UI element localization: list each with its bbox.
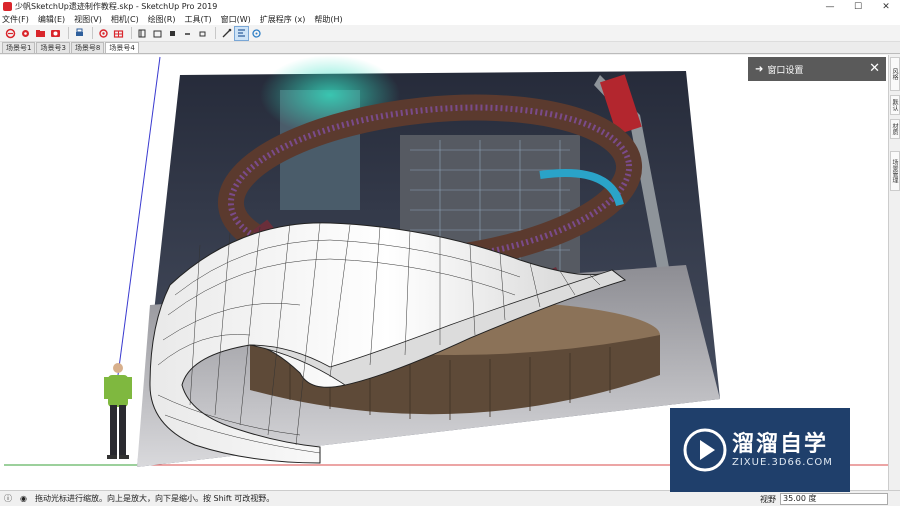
- front-view-icon[interactable]: [136, 27, 149, 40]
- axes-icon[interactable]: [220, 27, 233, 40]
- info-icon[interactable]: ⓘ: [4, 493, 12, 504]
- arrow-right-icon[interactable]: ➜: [755, 64, 763, 75]
- menu-bar: 文件(F) 编辑(E) 视图(V) 相机(C) 绘图(R) 工具(T) 窗口(W…: [0, 13, 900, 25]
- scene-tab-4[interactable]: 场景号4: [105, 42, 139, 53]
- top-view-icon[interactable]: [166, 27, 179, 40]
- tray-side-tabs: 风格 默认 材质 场景管理: [888, 55, 900, 490]
- position-camera-icon[interactable]: [234, 25, 249, 41]
- watermark-subtitle: ZIXUE.3D66.COM: [732, 457, 833, 468]
- right-view-icon[interactable]: [196, 27, 209, 40]
- side-tab-default[interactable]: 默认: [890, 95, 900, 115]
- sketchup-logo-icon: [3, 2, 12, 11]
- measurements-label: 视野: [760, 495, 776, 504]
- scene-tab-8[interactable]: 场景号8: [70, 42, 105, 53]
- toolbar-separator: [92, 27, 93, 39]
- window-controls: — ☐ ✕: [816, 0, 900, 13]
- site-watermark: 溜溜自学 ZIXUE.3D66.COM: [670, 408, 850, 492]
- status-bar: ⓘ ◉ 拖动光标进行缩放。向上是放大，向下是缩小。按 Shift 可改视野。 视…: [0, 490, 900, 506]
- user-icon[interactable]: ◉: [20, 494, 27, 503]
- menu-camera[interactable]: 相机(C): [111, 14, 139, 25]
- side-tab-styles[interactable]: 风格: [890, 57, 900, 91]
- menu-extensions[interactable]: 扩展程序 (x): [260, 14, 306, 25]
- camera-icon[interactable]: [49, 27, 62, 40]
- warehouse-icon[interactable]: [112, 27, 125, 40]
- side-tab-scenes[interactable]: 场景管理: [890, 151, 900, 191]
- close-window-button[interactable]: ✕: [872, 0, 900, 13]
- main-toolbar: [0, 25, 900, 42]
- menu-view[interactable]: 视图(V): [74, 14, 102, 25]
- menu-window[interactable]: 窗口(W): [221, 14, 251, 25]
- status-hint: 拖动光标进行缩放。向上是放大，向下是缩小。按 Shift 可改视野。: [34, 494, 275, 503]
- walk-icon[interactable]: [250, 27, 263, 40]
- gear-icon[interactable]: [19, 27, 32, 40]
- scene-tab-1[interactable]: 场景号1: [2, 42, 36, 53]
- folder-icon[interactable]: [34, 27, 47, 40]
- minimize-button[interactable]: —: [816, 0, 844, 13]
- component-icon[interactable]: [97, 27, 110, 40]
- toolbar-separator: [131, 27, 132, 39]
- scene-tabs: 场景号1 场景号3 场景号8 场景号4: [0, 42, 900, 54]
- menu-tools[interactable]: 工具(T): [185, 14, 212, 25]
- scene-tab-3[interactable]: 场景号3: [36, 42, 70, 53]
- measurements-input[interactable]: 35.00 度: [780, 493, 888, 505]
- watermark-title: 溜溜自学: [732, 432, 829, 457]
- side-tab-materials[interactable]: 材质: [890, 119, 900, 139]
- toolbar-separator: [215, 27, 216, 39]
- menu-file[interactable]: 文件(F): [2, 14, 29, 25]
- title-bar: 少帆SketchUp遗迹制作教程.skp - SketchUp Pro 2019…: [0, 0, 900, 13]
- play-logo-icon: [683, 428, 727, 472]
- toolbar-separator: [68, 27, 69, 39]
- left-view-icon[interactable]: [181, 27, 194, 40]
- maximize-button[interactable]: ☐: [844, 0, 872, 13]
- menu-help[interactable]: 帮助(H): [314, 14, 342, 25]
- print-icon[interactable]: [73, 27, 86, 40]
- close-icon[interactable]: ✕: [869, 61, 880, 76]
- menu-draw[interactable]: 绘图(R): [148, 14, 176, 25]
- default-tray-header[interactable]: ➜ 窗口设置 ✕: [748, 57, 886, 81]
- menu-edit[interactable]: 编辑(E): [38, 14, 65, 25]
- tray-title: 窗口设置: [767, 65, 804, 76]
- back-view-icon[interactable]: [151, 27, 164, 40]
- select-icon[interactable]: [4, 27, 17, 40]
- window-title: 少帆SketchUp遗迹制作教程.skp - SketchUp Pro 2019: [15, 2, 218, 11]
- scale-figure[interactable]: [104, 363, 132, 459]
